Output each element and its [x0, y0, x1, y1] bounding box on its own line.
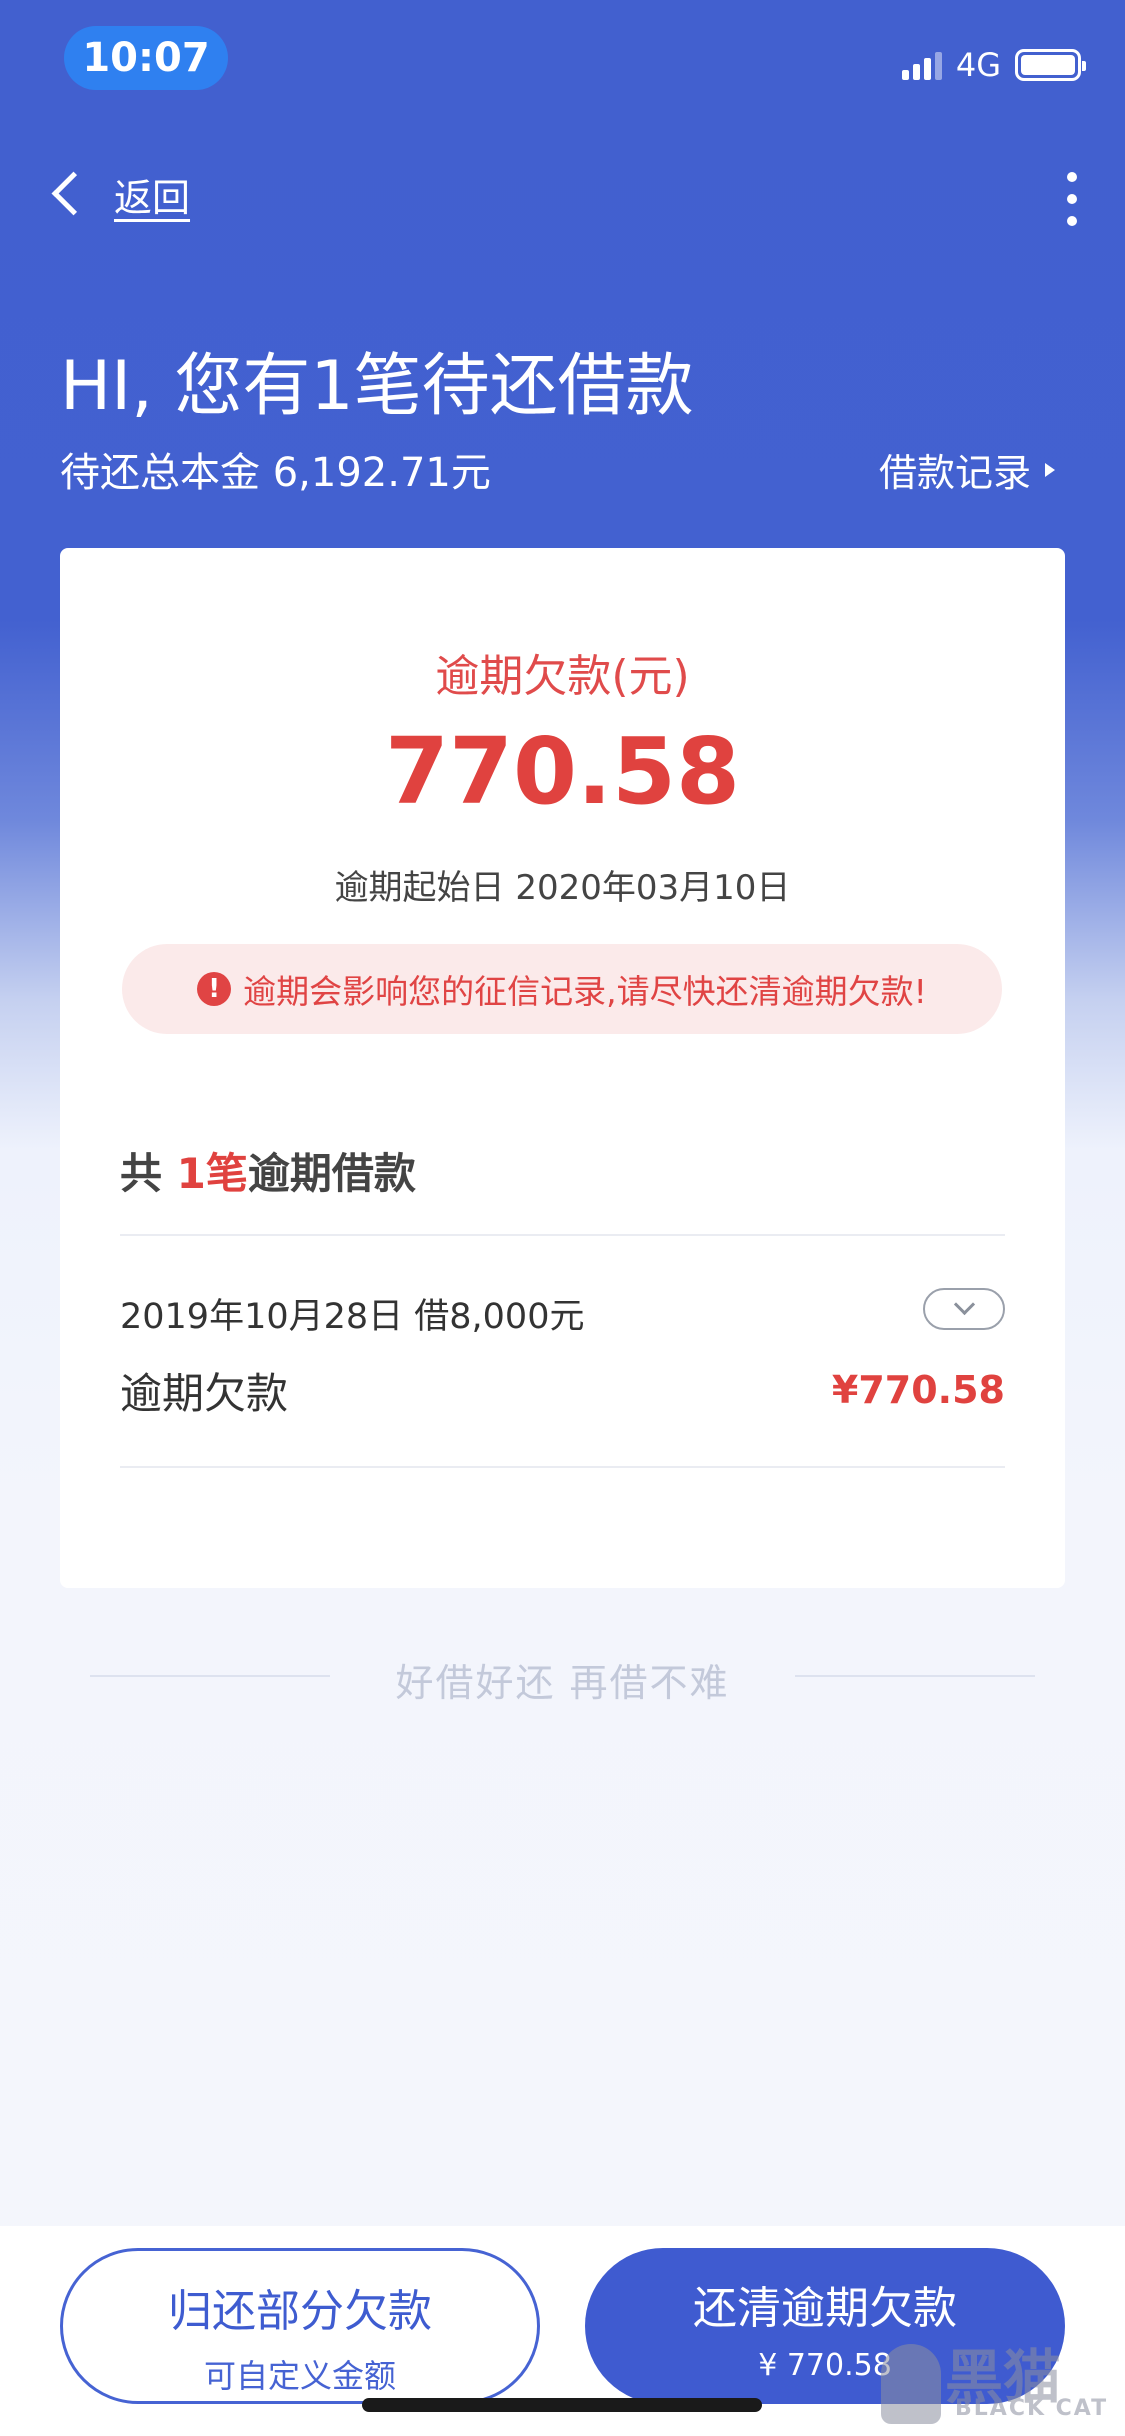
more-options-icon[interactable]: [1067, 172, 1081, 226]
loan-overdue-amount: ¥770.58: [831, 1368, 1005, 1412]
warning-banner: ! 逾期会影响您的征信记录,请尽快还清逾期欠款!: [122, 944, 1002, 1034]
watermark-subtext: BLACK CAT: [955, 2396, 1109, 2421]
principal-total: 待还总本金 6,192.71元: [60, 450, 491, 496]
warning-text: 逾期会影响您的征信记录,请尽快还清逾期欠款!: [243, 972, 927, 1011]
network-type: 4G: [955, 46, 1001, 84]
expand-chevron-down-icon[interactable]: [923, 1288, 1005, 1330]
back-label: 返回: [114, 175, 191, 220]
cat-icon: [881, 2344, 941, 2424]
home-indicator[interactable]: [362, 2398, 762, 2412]
slogan: 好借好还 再借不难: [395, 1661, 730, 1705]
repay-partial-subtitle: 可自定义金额: [203, 2357, 396, 2395]
loan-date: 2019年10月28日 借8,000元: [120, 1297, 585, 1337]
back-button[interactable]: 返回: [48, 166, 190, 222]
exclamation-icon: !: [197, 972, 232, 1006]
signal-icon: [901, 50, 942, 80]
count-prefix: 共: [120, 1149, 163, 1198]
loan-records-link[interactable]: 借款记录: [879, 442, 1055, 497]
overdue-count: 共 1笔逾期借款: [120, 1140, 416, 1201]
chevron-left-icon: [48, 166, 84, 222]
count-number: 1笔: [176, 1149, 248, 1198]
repay-partial-title: 归还部分欠款: [168, 2286, 432, 2337]
divider: [120, 1234, 1005, 1236]
page-title: HI, 您有1笔待还借款: [60, 347, 694, 426]
repay-all-title: 还清逾期欠款: [693, 2283, 957, 2334]
status-time: 10:07: [64, 26, 228, 90]
battery-icon: [1015, 49, 1086, 81]
loan-records-label: 借款记录: [878, 451, 1031, 495]
slogan-line-right: [795, 1675, 1035, 1677]
repay-partial-button[interactable]: 归还部分欠款 可自定义金额: [60, 2248, 540, 2404]
overdue-start-date: 逾期起始日 2020年03月10日: [334, 868, 791, 908]
watermark-logo: 黑猫 BLACK CAT: [875, 2330, 1115, 2430]
loan-overdue-label: 逾期欠款: [120, 1369, 289, 1418]
overdue-label: 逾期欠款(元): [435, 651, 690, 702]
count-suffix: 逾期借款: [247, 1149, 416, 1198]
status-icons: 4G: [901, 46, 1086, 84]
triangle-right-icon: [1045, 462, 1055, 477]
overdue-card: 逾期欠款(元) 770.58 逾期起始日 2020年03月10日 ! 逾期会影响…: [60, 548, 1065, 1588]
overdue-amount: 770.58: [384, 718, 741, 825]
divider: [120, 1466, 1005, 1468]
